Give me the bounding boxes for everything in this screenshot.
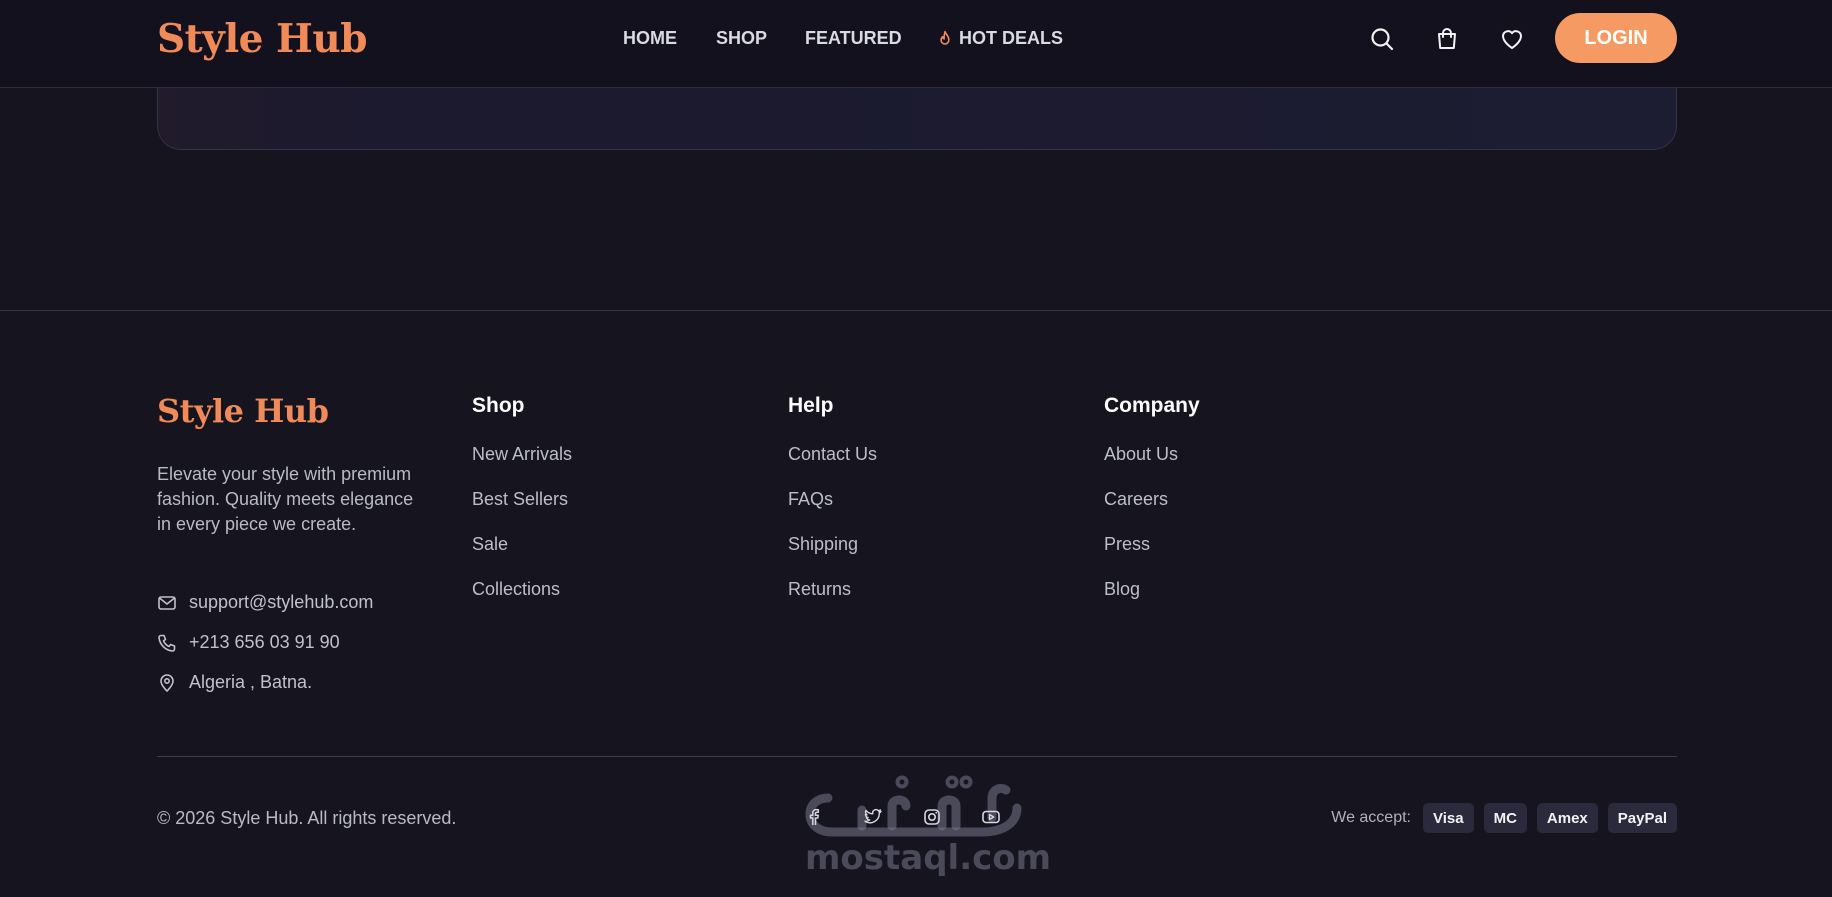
footer-link-contact-us[interactable]: Contact Us [788,444,877,489]
payment-badge-mastercard: MC [1483,803,1527,833]
payment-badge-paypal: PayPal [1607,803,1677,833]
footer-link-returns[interactable]: Returns [788,579,877,624]
login-button[interactable]: LOGIN [1555,13,1677,63]
contact-email[interactable]: support@stylehub.com [157,592,373,613]
footer-link-new-arrivals[interactable]: New Arrivals [472,444,572,489]
facebook-icon[interactable] [796,802,832,832]
twitter-icon[interactable] [855,802,891,832]
footer-column-shop: Shop New Arrivals Best Sellers Sale Coll… [472,394,572,624]
brand-logo[interactable]: Style Hub [157,16,368,62]
nav-home[interactable]: HOME [623,28,677,49]
contact-email-text: support@stylehub.com [189,592,374,612]
contact-phone-text: +213 656 03 91 90 [189,632,340,652]
payment-badge-visa: Visa [1423,803,1474,833]
contact-location: Algeria , Batna. [157,672,312,693]
footer-link-best-sellers[interactable]: Best Sellers [472,489,572,534]
nav-hot-deals-label: HOT DEALS [959,28,1064,48]
payment-label: We accept: [1331,809,1411,826]
heart-icon[interactable] [1499,26,1525,52]
footer-column-title: Shop [472,394,525,417]
footer-column-title: Help [788,394,834,417]
nav-hot-deals[interactable]: HOT DEALS [937,28,1063,49]
footer-link-sale[interactable]: Sale [472,534,572,579]
footer-link-press[interactable]: Press [1104,534,1200,579]
copyright-text: © 2026 Style Hub. All rights reserved. [157,808,457,828]
footer-bottom-divider [157,756,1677,757]
footer-link-collections[interactable]: Collections [472,579,572,624]
footer-divider [0,310,1832,311]
cart-icon[interactable] [1434,26,1460,52]
nav-shop[interactable]: SHOP [716,28,767,49]
location-pin-icon [160,673,174,692]
footer-description: Elevate your style with premium fashion.… [157,464,414,534]
flame-icon [940,30,950,45]
footer-link-blog[interactable]: Blog [1104,579,1200,624]
footer-link-about-us[interactable]: About Us [1104,444,1200,489]
footer-column-title: Company [1104,394,1200,417]
watermark-text: mostaql.com [805,838,1052,878]
nav-featured[interactable]: FEATURED [805,28,902,49]
payment-methods: We accept: Visa MC Amex PayPal [1331,803,1677,833]
search-icon[interactable] [1369,26,1395,52]
youtube-icon[interactable] [973,802,1009,832]
contact-phone[interactable]: +213 656 03 91 90 [157,632,340,653]
instagram-icon[interactable] [914,802,950,832]
site-header: Style Hub HOME SHOP FEATURED HOT DEALS L… [0,0,1832,88]
footer-column-company: Company About Us Careers Press Blog [1104,394,1200,624]
footer-link-careers[interactable]: Careers [1104,489,1200,534]
payment-badge-amex: Amex [1536,803,1598,833]
footer-brand-logo[interactable]: Style Hub [157,392,329,430]
footer-link-faqs[interactable]: FAQs [788,489,877,534]
footer-link-shipping[interactable]: Shipping [788,534,877,579]
mail-icon [158,595,176,610]
phone-icon [158,634,176,652]
footer-column-help: Help Contact Us FAQs Shipping Returns [788,394,877,624]
contact-location-text: Algeria , Batna. [189,672,313,692]
